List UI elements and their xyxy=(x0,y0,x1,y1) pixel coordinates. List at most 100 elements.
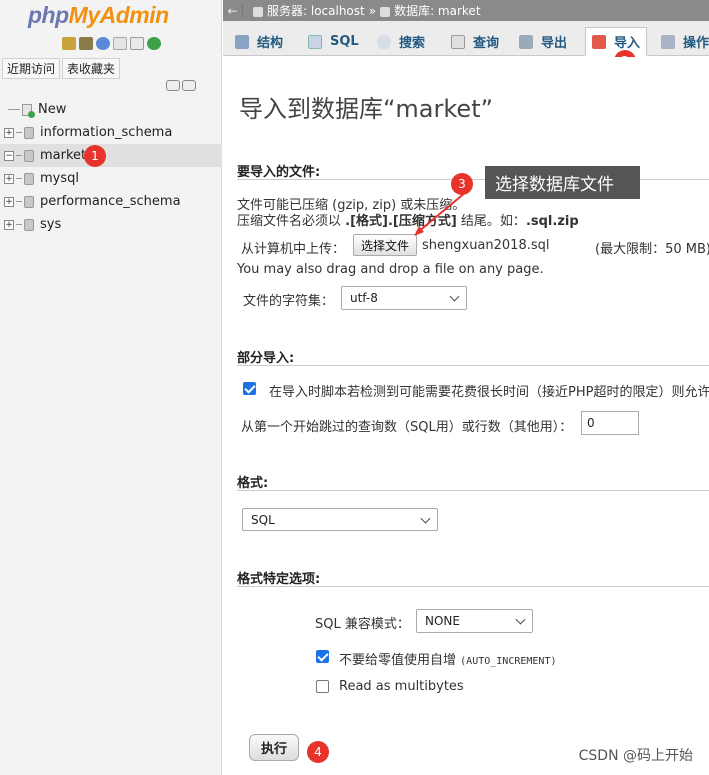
database-icon xyxy=(24,126,34,139)
format-select[interactable]: SQL xyxy=(242,508,438,531)
tree-item-label: New xyxy=(38,102,67,117)
nav-icon-bar xyxy=(62,37,161,50)
watermark: CSDN @码上开始 xyxy=(578,748,693,764)
filename-rule: 压缩文件名必须以 .[格式].[压缩方式] 结尾。如：.sql.zip xyxy=(237,214,579,229)
tab-query[interactable]: 查询 xyxy=(451,27,499,56)
tree-item-mysql[interactable]: + mysql xyxy=(0,167,222,190)
collapse-all-icon[interactable] xyxy=(166,80,180,91)
format-options-heading: 格式特定选项: xyxy=(237,572,321,587)
annotation-arrow xyxy=(414,191,467,236)
tree-line xyxy=(16,224,22,225)
database-icon xyxy=(24,218,34,231)
selected-file-name: shengxuan2018.sql xyxy=(422,238,550,253)
page-title: 导入到数据库“market” xyxy=(239,95,494,123)
callout-box: 选择数据库文件 xyxy=(485,166,640,199)
tree-item-label: sys xyxy=(40,217,62,232)
divider xyxy=(237,365,709,366)
divider xyxy=(237,490,709,491)
compat-mode-select[interactable]: NONE xyxy=(416,609,533,633)
step-badge-1: 1 xyxy=(84,145,106,167)
drag-drop-hint: You may also drag and drop a file on any… xyxy=(237,262,544,277)
multibytes-label: Read as multibytes xyxy=(339,679,464,694)
import-panel: 导入到数据库“market” 要导入的文件: 文件可能已压缩 (gzip, zi… xyxy=(223,57,709,775)
tab-operations[interactable]: 操作 xyxy=(661,27,709,56)
chevron-down-icon xyxy=(449,291,460,302)
tree-item-sys[interactable]: + sys xyxy=(0,213,222,236)
new-db-icon xyxy=(22,103,35,118)
left-navigation: phpMyAdmin 近期访问 表收藏夹 New + information_s… xyxy=(0,0,222,775)
tree-item-new[interactable]: New xyxy=(0,98,222,121)
charset-select[interactable]: utf-8 xyxy=(341,286,467,310)
phpmyadmin-logo[interactable]: phpMyAdmin xyxy=(28,2,169,29)
tab-recent[interactable]: 近期访问 xyxy=(2,58,61,79)
tree-line xyxy=(16,201,22,202)
tree-item-label: market xyxy=(40,148,87,163)
skip-label: 从第一个开始跳过的查询数（SQL用）或行数（其他用）： xyxy=(241,420,573,435)
max-size-label: (最大限制：50 MB) xyxy=(595,242,709,257)
back-arrow-icon[interactable]: ← xyxy=(223,3,243,18)
breadcrumb-separator: » xyxy=(368,3,377,18)
docs-icon[interactable] xyxy=(113,37,127,50)
tree-item-performance-schema[interactable]: + performance_schema xyxy=(0,190,222,213)
database-tree: New + information_schema − market 1 + my… xyxy=(0,98,222,236)
tab-structure[interactable]: 结构 xyxy=(235,27,283,56)
partial-section-heading: 部分导入: xyxy=(237,351,295,366)
go-button[interactable]: 执行 xyxy=(249,734,299,761)
tree-line xyxy=(8,109,20,110)
collapse-icon[interactable]: − xyxy=(4,150,14,161)
app-root: phpMyAdmin 近期访问 表收藏夹 New + information_s… xyxy=(0,0,709,775)
main-menu: 结构 SQL 搜索 查询 导出 导入 操作 xyxy=(223,21,709,56)
upload-label: 从计算机中上传： xyxy=(241,242,346,257)
logout-icon[interactable] xyxy=(79,37,93,50)
compat-mode-label: SQL 兼容模式： xyxy=(315,617,410,632)
chevron-down-icon xyxy=(420,513,431,524)
structure-icon xyxy=(235,34,249,49)
database-icon xyxy=(24,149,34,162)
breadcrumb-bar: ← 服务器: localhost » 数据库: market xyxy=(223,0,709,21)
tree-item-market[interactable]: − market 1 xyxy=(0,144,222,167)
choose-file-button[interactable]: 选择文件 xyxy=(353,234,417,256)
expand-icon[interactable]: + xyxy=(4,173,14,184)
home-icon[interactable] xyxy=(62,37,76,50)
step-badge-4: 4 xyxy=(307,741,329,763)
settings-icon[interactable] xyxy=(130,37,144,50)
query-icon xyxy=(451,34,465,49)
no-auto-zero-label: 不要给零值使用自增 (AUTO_INCREMENT) xyxy=(339,653,557,668)
breadcrumb-database[interactable]: 数据库: market xyxy=(380,2,481,19)
tree-line xyxy=(16,155,22,156)
tree-item-label: information_schema xyxy=(40,125,173,140)
arrow-line xyxy=(417,191,467,233)
tree-item-label: mysql xyxy=(40,171,79,186)
skip-queries-input[interactable]: 0 xyxy=(581,411,639,435)
database-icon xyxy=(24,195,34,208)
file-section-heading: 要导入的文件: xyxy=(237,165,321,180)
expand-icon[interactable]: + xyxy=(4,127,14,138)
multibytes-checkbox[interactable] xyxy=(316,680,329,693)
tree-item-label: performance_schema xyxy=(40,194,181,209)
wrench-icon xyxy=(661,34,675,49)
recent-favorites-tabs: 近期访问 表收藏夹 xyxy=(2,58,121,79)
tab-favorites[interactable]: 表收藏夹 xyxy=(62,58,121,79)
tab-sql[interactable]: SQL xyxy=(308,27,359,56)
tree-controls xyxy=(166,80,196,91)
export-icon xyxy=(519,34,533,49)
divider xyxy=(237,586,709,587)
tree-line xyxy=(16,132,22,133)
format-section-heading: 格式: xyxy=(237,476,269,491)
tab-export[interactable]: 导出 xyxy=(519,27,567,56)
link-icon[interactable] xyxy=(182,80,196,91)
breadcrumb-server[interactable]: 服务器: localhost xyxy=(253,2,365,19)
tab-search[interactable]: 搜索 xyxy=(377,27,425,56)
help-icon[interactable] xyxy=(96,37,110,50)
reload-icon[interactable] xyxy=(147,37,161,50)
allow-interrupt-checkbox[interactable] xyxy=(243,382,256,395)
expand-icon[interactable]: + xyxy=(4,219,14,230)
chevron-down-icon xyxy=(515,614,526,625)
search-icon xyxy=(377,34,391,49)
no-auto-zero-checkbox[interactable] xyxy=(316,650,329,663)
expand-icon[interactable]: + xyxy=(4,196,14,207)
database-icon xyxy=(24,172,34,185)
tree-item-information-schema[interactable]: + information_schema xyxy=(0,121,222,144)
tab-import[interactable]: 导入 xyxy=(585,27,648,56)
sql-icon xyxy=(308,34,322,49)
